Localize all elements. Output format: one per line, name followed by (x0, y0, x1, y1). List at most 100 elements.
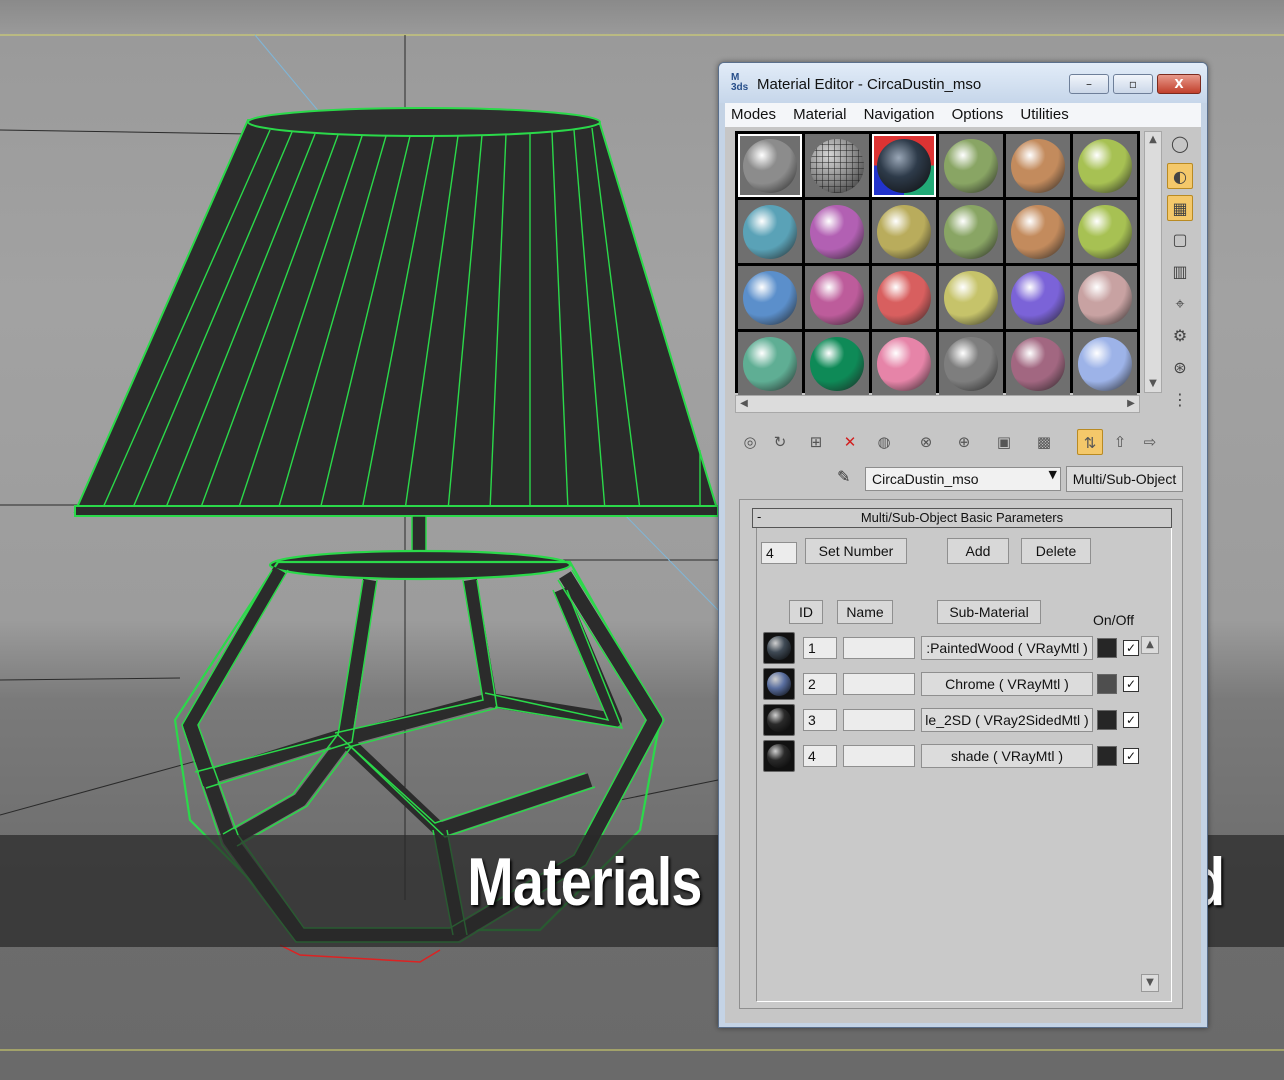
chevron-down-icon[interactable]: ▼ (1049, 468, 1057, 481)
submaterial-on-off-checkbox[interactable]: ✓ (1123, 676, 1139, 692)
get-material-icon[interactable]: ◎ (737, 429, 763, 455)
submaterial-color-swatch[interactable] (1097, 638, 1117, 658)
submaterial-id-field[interactable]: 2 (803, 673, 837, 695)
uv-tiling-icon[interactable]: ▢ (1167, 227, 1193, 253)
maximize-button[interactable]: ▫ (1113, 74, 1153, 94)
go-forward-icon[interactable]: ⇨ (1137, 429, 1163, 455)
number-of-materials-field[interactable]: 4 (761, 542, 797, 564)
put-to-scene-icon[interactable]: ↻ (767, 429, 793, 455)
assign-to-selection-icon[interactable]: ⊞ (803, 429, 829, 455)
submaterial-name-field[interactable] (843, 745, 915, 767)
scroll-left-icon[interactable]: ◀ (736, 396, 752, 412)
menu-utilities[interactable]: Utilities (1014, 103, 1074, 127)
reset-map-icon[interactable]: ✕ (837, 429, 863, 455)
sample-slot[interactable] (1006, 332, 1070, 395)
sample-slot[interactable] (738, 332, 802, 395)
material-sphere (877, 139, 931, 193)
submaterial-name-field[interactable] (843, 673, 915, 695)
submaterial-color-swatch[interactable] (1097, 674, 1117, 694)
submaterial-id-field[interactable]: 1 (803, 637, 837, 659)
sample-slot[interactable] (738, 266, 802, 329)
video-color-check-icon[interactable]: ▥ (1167, 259, 1193, 285)
sort-by-id-button[interactable]: ID (789, 600, 823, 624)
scroll-up-icon[interactable]: ▲ (1141, 636, 1159, 654)
sample-slot[interactable] (805, 266, 869, 329)
menu-options[interactable]: Options (946, 103, 1010, 127)
sample-slot[interactable] (1073, 266, 1137, 329)
sample-slot[interactable] (939, 266, 1003, 329)
sample-slot[interactable] (1006, 266, 1070, 329)
submaterial-id-field[interactable]: 3 (803, 709, 837, 731)
submaterial-on-off-checkbox[interactable]: ✓ (1123, 748, 1139, 764)
sort-by-submaterial-button[interactable]: Sub-Material (937, 600, 1041, 624)
put-to-library-icon[interactable]: ⊕ (951, 429, 977, 455)
menu-navigation[interactable]: Navigation (858, 103, 941, 127)
sample-slot[interactable] (1073, 332, 1137, 395)
material-name-value: CircaDustin_mso (872, 471, 979, 487)
sample-slot[interactable] (939, 200, 1003, 263)
sample-slot[interactable] (805, 332, 869, 395)
sample-slot[interactable] (738, 200, 802, 263)
sample-slot[interactable] (805, 200, 869, 263)
rollout-header[interactable]: - Multi/Sub-Object Basic Parameters (752, 508, 1172, 528)
submaterial-button[interactable]: shade ( VRayMtl ) (921, 744, 1093, 768)
minimize-button[interactable]: – (1069, 74, 1109, 94)
close-button[interactable]: X (1157, 74, 1201, 94)
sample-slot[interactable] (872, 266, 936, 329)
submaterial-on-off-checkbox[interactable]: ✓ (1123, 640, 1139, 656)
options-icon[interactable]: ⚙ (1167, 323, 1193, 349)
backlight-icon[interactable]: ◐ (1167, 163, 1193, 189)
sample-slot[interactable] (939, 332, 1003, 395)
make-copy-icon[interactable]: ◍ (871, 429, 897, 455)
set-number-button[interactable]: Set Number (805, 538, 907, 564)
sort-by-name-button[interactable]: Name (837, 600, 893, 624)
sample-slot[interactable] (1006, 200, 1070, 263)
sample-type-icon[interactable]: ◯ (1167, 131, 1193, 157)
select-by-material-icon[interactable]: ⊛ (1167, 355, 1193, 381)
submaterial-name-field[interactable] (843, 637, 915, 659)
menu-modes[interactable]: Modes (725, 103, 782, 127)
submaterial-color-swatch[interactable] (1097, 746, 1117, 766)
make-unique-icon[interactable]: ⊗ (913, 429, 939, 455)
scroll-up-icon[interactable]: ▲ (1145, 132, 1161, 148)
make-preview-icon[interactable]: ⌖ (1167, 291, 1193, 317)
menu-material[interactable]: Material (787, 103, 852, 127)
sample-slot[interactable] (1006, 134, 1070, 197)
eyedropper-icon[interactable]: ✎ (837, 467, 859, 489)
background-icon[interactable]: ▦ (1167, 195, 1193, 221)
slot-vertical-scrollbar[interactable]: ▲ ▼ (1144, 131, 1162, 393)
submaterial-on-off-checkbox[interactable]: ✓ (1123, 712, 1139, 728)
go-to-parent-icon[interactable]: ⇧ (1107, 429, 1133, 455)
sample-slot[interactable] (872, 332, 936, 395)
material-sphere (944, 271, 998, 325)
scroll-right-icon[interactable]: ▶ (1123, 396, 1139, 412)
sample-slot[interactable] (1073, 200, 1137, 263)
sample-slot[interactable] (872, 200, 936, 263)
submaterial-name-field[interactable] (843, 709, 915, 731)
scroll-down-icon[interactable]: ▼ (1145, 376, 1161, 392)
submaterial-id-field[interactable]: 4 (803, 745, 837, 767)
show-map-icon[interactable]: ▩ (1031, 429, 1057, 455)
title-bar[interactable]: M 3ds Material Editor - CircaDustin_mso … (719, 63, 1207, 103)
submaterial-thumbnail (763, 704, 795, 736)
sample-slot[interactable] (738, 134, 802, 197)
collapse-icon[interactable]: - (757, 509, 761, 524)
material-type-button[interactable]: Multi/Sub-Object (1066, 466, 1183, 492)
submaterial-button[interactable]: le_2SD ( VRay2SidedMtl ) (921, 708, 1093, 732)
add-button[interactable]: Add (947, 538, 1009, 564)
submaterial-button[interactable]: :PaintedWood ( VRayMtl ) (921, 636, 1093, 660)
sample-slot[interactable] (805, 134, 869, 197)
show-end-result-icon[interactable]: ⇅ (1077, 429, 1103, 455)
sample-slot[interactable] (872, 134, 936, 197)
slot-horizontal-scrollbar[interactable]: ◀ ▶ (735, 395, 1140, 413)
delete-button[interactable]: Delete (1021, 538, 1091, 564)
sample-slot[interactable] (939, 134, 1003, 197)
material-editor-window[interactable]: M 3ds Material Editor - CircaDustin_mso … (718, 62, 1208, 1028)
scroll-down-icon[interactable]: ▼ (1141, 974, 1159, 992)
material-map-navigator-icon[interactable]: ⋮ (1167, 387, 1193, 413)
material-id-channel-icon[interactable]: ▣ (991, 429, 1017, 455)
sample-slot[interactable] (1073, 134, 1137, 197)
material-name-field[interactable]: CircaDustin_mso ▼ (865, 467, 1061, 491)
submaterial-button[interactable]: Chrome ( VRayMtl ) (921, 672, 1093, 696)
submaterial-color-swatch[interactable] (1097, 710, 1117, 730)
